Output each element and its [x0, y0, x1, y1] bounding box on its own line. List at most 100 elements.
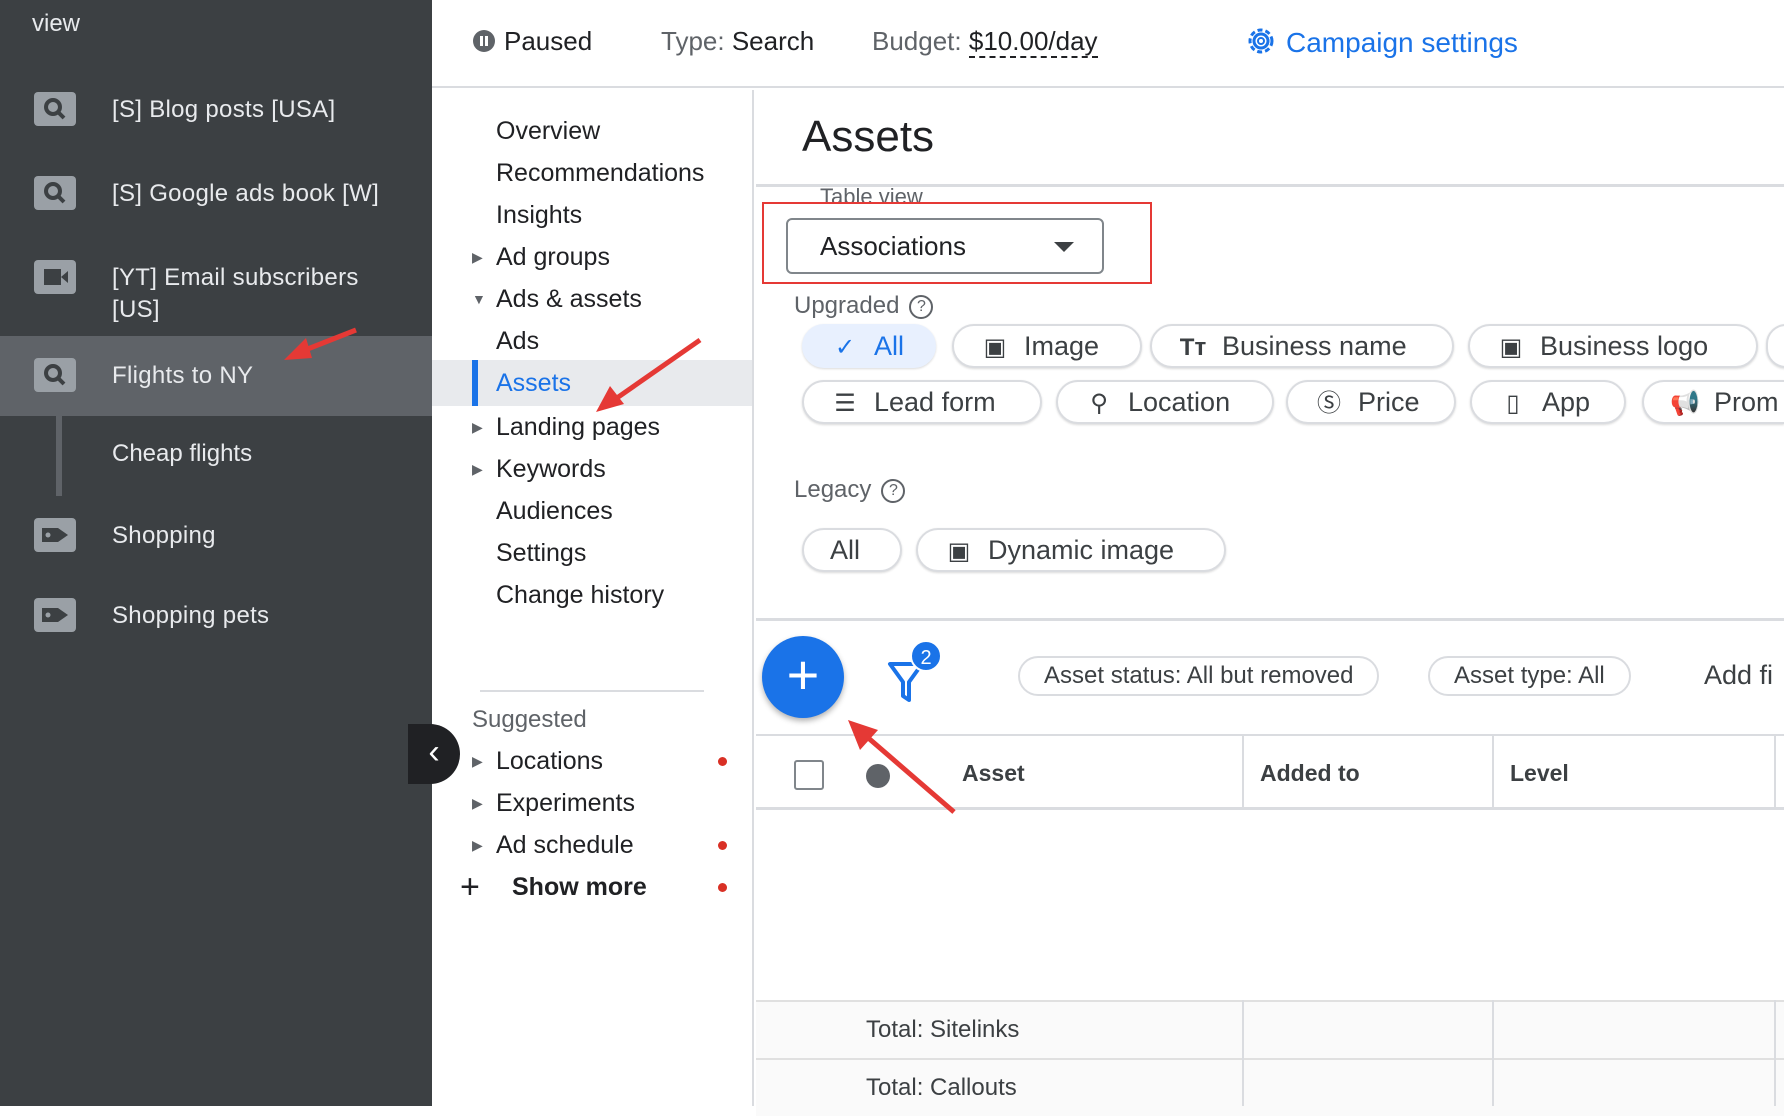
nav-item-landing-pages[interactable]: ▶ Landing pages: [432, 404, 752, 450]
plus-icon: +: [460, 868, 480, 906]
campaign-item-email-subscribers[interactable]: [YT] Email subscribers [US]: [0, 238, 432, 338]
total-row-sitelinks: Total: Sitelinks: [756, 1000, 1784, 1058]
campaign-header: Paused Type: Search Budget: $10.00/day C…: [432, 0, 1784, 88]
campaign-item-flights-to-ny[interactable]: Flights to NY: [0, 336, 432, 416]
nav-divider: [480, 690, 704, 692]
nav-label: Overview: [496, 117, 601, 145]
nav-item-ads-assets[interactable]: ▼ Ads & assets: [432, 276, 752, 322]
caret-right-icon[interactable]: ▶: [472, 738, 483, 784]
campaign-item-shopping[interactable]: Shopping: [0, 496, 432, 576]
nav-item-overview[interactable]: Overview: [432, 108, 752, 154]
location-pin-icon: ⚲: [1090, 390, 1108, 417]
notification-dot: [718, 841, 727, 850]
column-level[interactable]: Level: [1510, 736, 1569, 810]
add-asset-button[interactable]: +: [762, 636, 844, 718]
type-label: Type:: [661, 26, 725, 56]
search-icon: [34, 92, 76, 126]
chip-label: Business name: [1222, 331, 1407, 361]
image-icon: ▣: [947, 538, 971, 565]
type-value: Search: [731, 26, 815, 56]
nav-label: Change history: [496, 581, 665, 609]
nav-item-recommendations[interactable]: Recommendations: [432, 150, 752, 196]
caret-right-icon[interactable]: ▶: [472, 234, 483, 280]
nav-label: Assets: [496, 369, 572, 397]
column-divider: [1242, 1000, 1244, 1106]
filter-chip-asset-type[interactable]: Asset type: All: [1428, 656, 1631, 696]
campaign-settings-link[interactable]: Campaign settings: [1244, 24, 1518, 60]
nav-label: Settings: [496, 539, 587, 567]
chip-price[interactable]: Ⓢ Price: [1286, 380, 1456, 424]
chip-app[interactable]: ▯ App: [1470, 380, 1626, 424]
show-more-button[interactable]: + Show more: [432, 864, 752, 910]
budget-value[interactable]: $10.00/day: [968, 26, 1098, 58]
search-icon: [34, 176, 76, 210]
campaign-item-google-ads-book[interactable]: [S] Google ads book [W]: [0, 154, 432, 234]
campaign-label: [S] Blog posts [USA]: [112, 96, 336, 123]
caret-right-icon[interactable]: ▶: [472, 446, 483, 492]
chip-label: Lead form: [874, 387, 996, 417]
page-title: Assets: [802, 112, 935, 161]
chip-label: Prom: [1714, 387, 1779, 417]
nav-item-keywords[interactable]: ▶ Keywords: [432, 446, 752, 492]
total-label: Total: Sitelinks: [866, 1016, 1020, 1043]
nav-label: Experiments: [496, 789, 635, 817]
add-filter-button[interactable]: Add fi: [1704, 660, 1773, 691]
help-icon[interactable]: ?: [881, 479, 906, 503]
chip-label: Dynamic image: [988, 535, 1175, 565]
megaphone-icon: 📢: [1670, 390, 1700, 417]
ad-group-item-cheap-flights[interactable]: Cheap flights: [0, 416, 432, 496]
nav-item-experiments[interactable]: ▶ Experiments: [432, 780, 752, 826]
status-indicator[interactable]: Paused: [472, 24, 592, 58]
nav-label: Locations: [496, 747, 604, 775]
image-icon: ▣: [983, 334, 1007, 361]
nav-item-settings[interactable]: Settings: [432, 530, 752, 576]
campaign-item-shopping-pets[interactable]: Shopping pets: [0, 576, 432, 656]
status-column-icon: [866, 764, 890, 788]
chip-lead-form[interactable]: ☰ Lead form: [802, 380, 1042, 424]
caret-right-icon[interactable]: ▶: [472, 404, 483, 450]
chip-location[interactable]: ⚲ Location: [1056, 380, 1274, 424]
nav-item-locations[interactable]: ▶ Locations: [432, 738, 752, 784]
column-divider: [1774, 1000, 1776, 1106]
nav-label: Landing pages: [496, 413, 661, 441]
chip-all-legacy[interactable]: All: [802, 528, 902, 572]
nav-item-ad-schedule[interactable]: ▶ Ad schedule: [432, 822, 752, 868]
campaign-type: Type: Search: [661, 24, 814, 58]
chip-dynamic-image[interactable]: ▣ Dynamic image: [916, 528, 1226, 572]
campaign-budget[interactable]: Budget: $10.00/day: [872, 24, 1098, 58]
upgraded-heading: Upgraded?: [794, 292, 934, 320]
chip-overflow[interactable]: [1766, 324, 1784, 368]
section-divider: [756, 618, 1784, 621]
filter-chip-asset-status[interactable]: Asset status: All but removed: [1018, 656, 1380, 696]
budget-label: Budget:: [872, 26, 962, 56]
nav-item-ads[interactable]: Ads: [432, 318, 752, 364]
caret-down-icon[interactable]: ▼: [472, 276, 486, 322]
nav-item-assets[interactable]: Assets: [432, 360, 752, 406]
caret-right-icon[interactable]: ▶: [472, 822, 483, 868]
nav-label: Ads: [496, 327, 540, 355]
nav-item-ad-groups[interactable]: ▶ Ad groups: [432, 234, 752, 280]
chip-label: All: [830, 535, 861, 565]
show-more-label: Show more: [512, 873, 647, 901]
chip-image[interactable]: ▣ Image: [952, 324, 1142, 368]
help-icon[interactable]: ?: [909, 295, 934, 319]
caret-right-icon[interactable]: ▶: [472, 780, 483, 826]
nav-item-change-history[interactable]: Change history: [432, 572, 752, 618]
filter-count-badge: 2: [910, 640, 942, 672]
nav-item-insights[interactable]: Insights: [432, 192, 752, 238]
campaign-item-blog-posts[interactable]: [S] Blog posts [USA]: [0, 70, 432, 150]
chip-business-name[interactable]: Tт Business name: [1150, 324, 1454, 368]
legacy-heading: Legacy?: [794, 476, 906, 504]
panel-header-text: view: [32, 10, 81, 37]
chip-promotion[interactable]: 📢 Prom: [1642, 380, 1784, 424]
main-content: Assets Table view Associations Upgraded?…: [756, 90, 1784, 1116]
column-asset[interactable]: Asset: [962, 736, 1025, 810]
phone-icon: ▯: [1506, 390, 1520, 417]
chip-business-logo[interactable]: ▣ Business logo: [1468, 324, 1758, 368]
chip-label: Location: [1128, 387, 1231, 417]
nav-item-audiences[interactable]: Audiences: [432, 488, 752, 534]
column-divider: [1492, 734, 1494, 810]
select-all-checkbox[interactable]: [794, 760, 824, 790]
column-added-to[interactable]: Added to: [1260, 736, 1360, 810]
chip-all-upgraded[interactable]: ✓ All: [802, 324, 936, 368]
